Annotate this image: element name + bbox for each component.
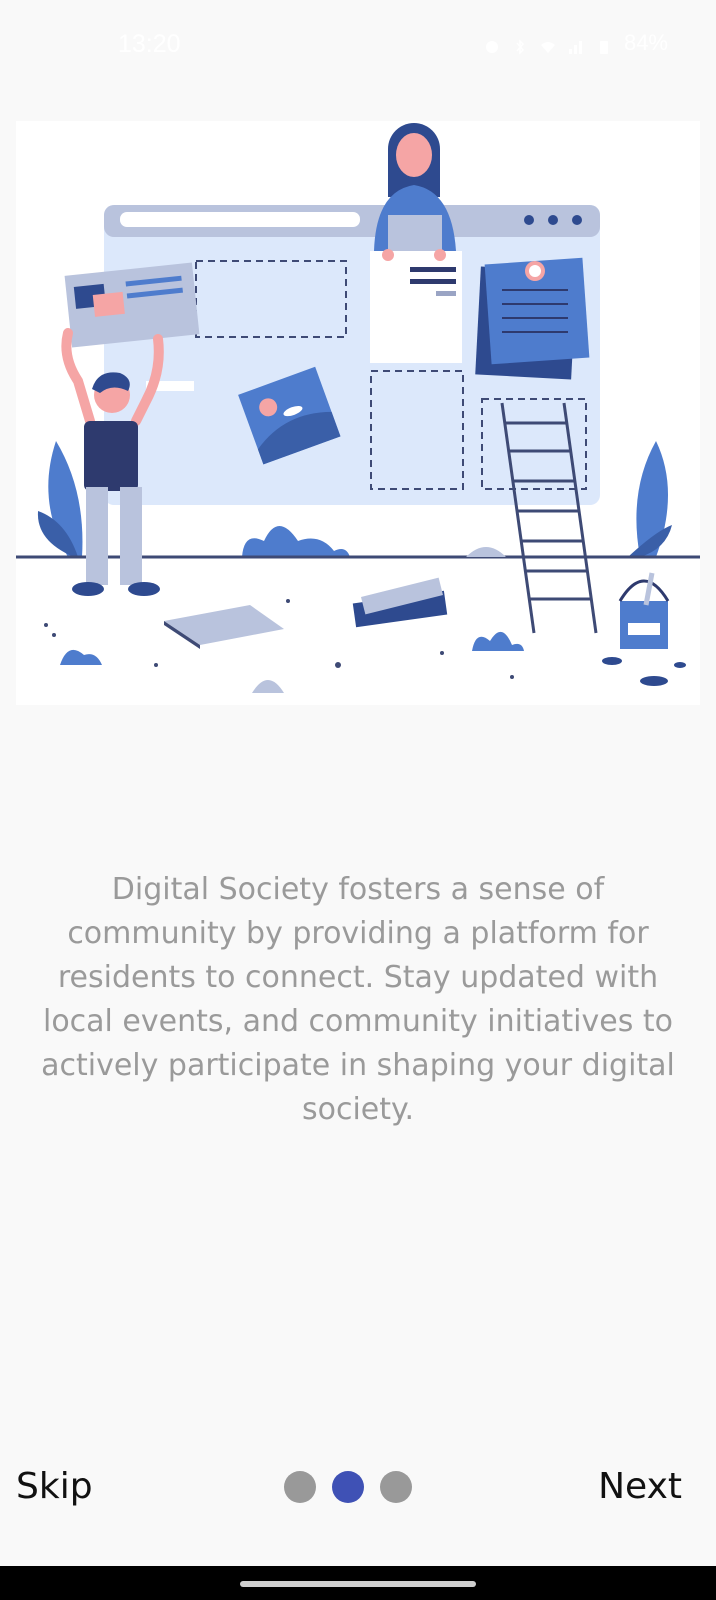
- page-dot-3[interactable]: [380, 1471, 412, 1503]
- battery-percentage: 84%: [623, 30, 668, 55]
- status-icons: 84%: [484, 30, 668, 56]
- next-button[interactable]: Next: [598, 1466, 682, 1507]
- signal-icon: [568, 35, 584, 54]
- page-dot-1[interactable]: [284, 1471, 316, 1503]
- wifi-icon: [540, 35, 556, 53]
- bluetooth-icon: [512, 35, 528, 55]
- battery-icon: [596, 35, 612, 54]
- onboarding-illustration: [16, 121, 700, 705]
- status-time: 13:20: [118, 30, 181, 58]
- home-indicator[interactable]: [240, 1581, 476, 1587]
- onboarding-controls: Skip Next: [0, 1440, 716, 1530]
- status-bar: 13:20 84%: [0, 0, 716, 92]
- system-navigation-bar: [0, 1566, 716, 1600]
- page-dot-2-active[interactable]: [332, 1471, 364, 1503]
- page-indicator: [284, 1471, 412, 1503]
- notification-icon: [484, 35, 500, 53]
- onboarding-description: Digital Society fosters a sense of commu…: [41, 872, 675, 1127]
- skip-button[interactable]: Skip: [16, 1466, 93, 1507]
